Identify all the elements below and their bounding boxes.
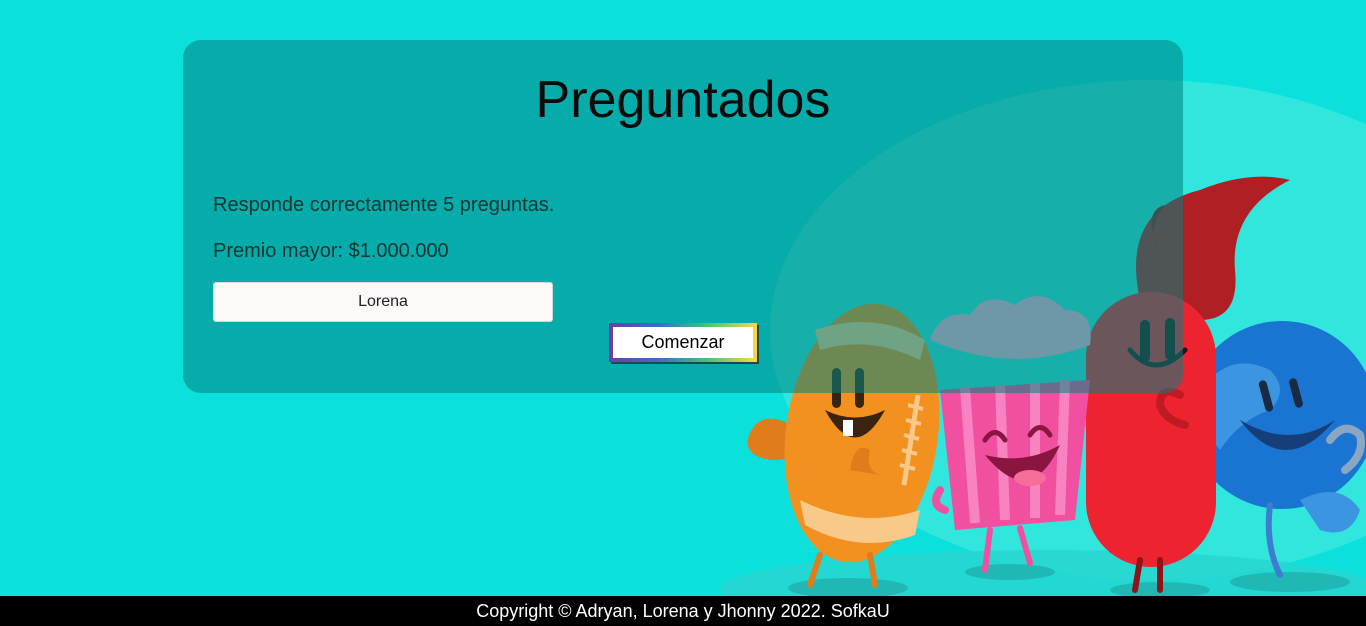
page-title: Preguntados <box>535 71 831 129</box>
player-name-input[interactable] <box>213 282 553 322</box>
rules-text-prize: Premio mayor: $1.000.000 <box>213 240 449 262</box>
rules-text-questions: Responde correctamente 5 preguntas. <box>213 194 555 216</box>
footer-copyright: Copyright © Adryan, Lorena y Jhonny 2022… <box>0 596 1366 626</box>
start-button[interactable]: Comenzar <box>609 323 757 362</box>
